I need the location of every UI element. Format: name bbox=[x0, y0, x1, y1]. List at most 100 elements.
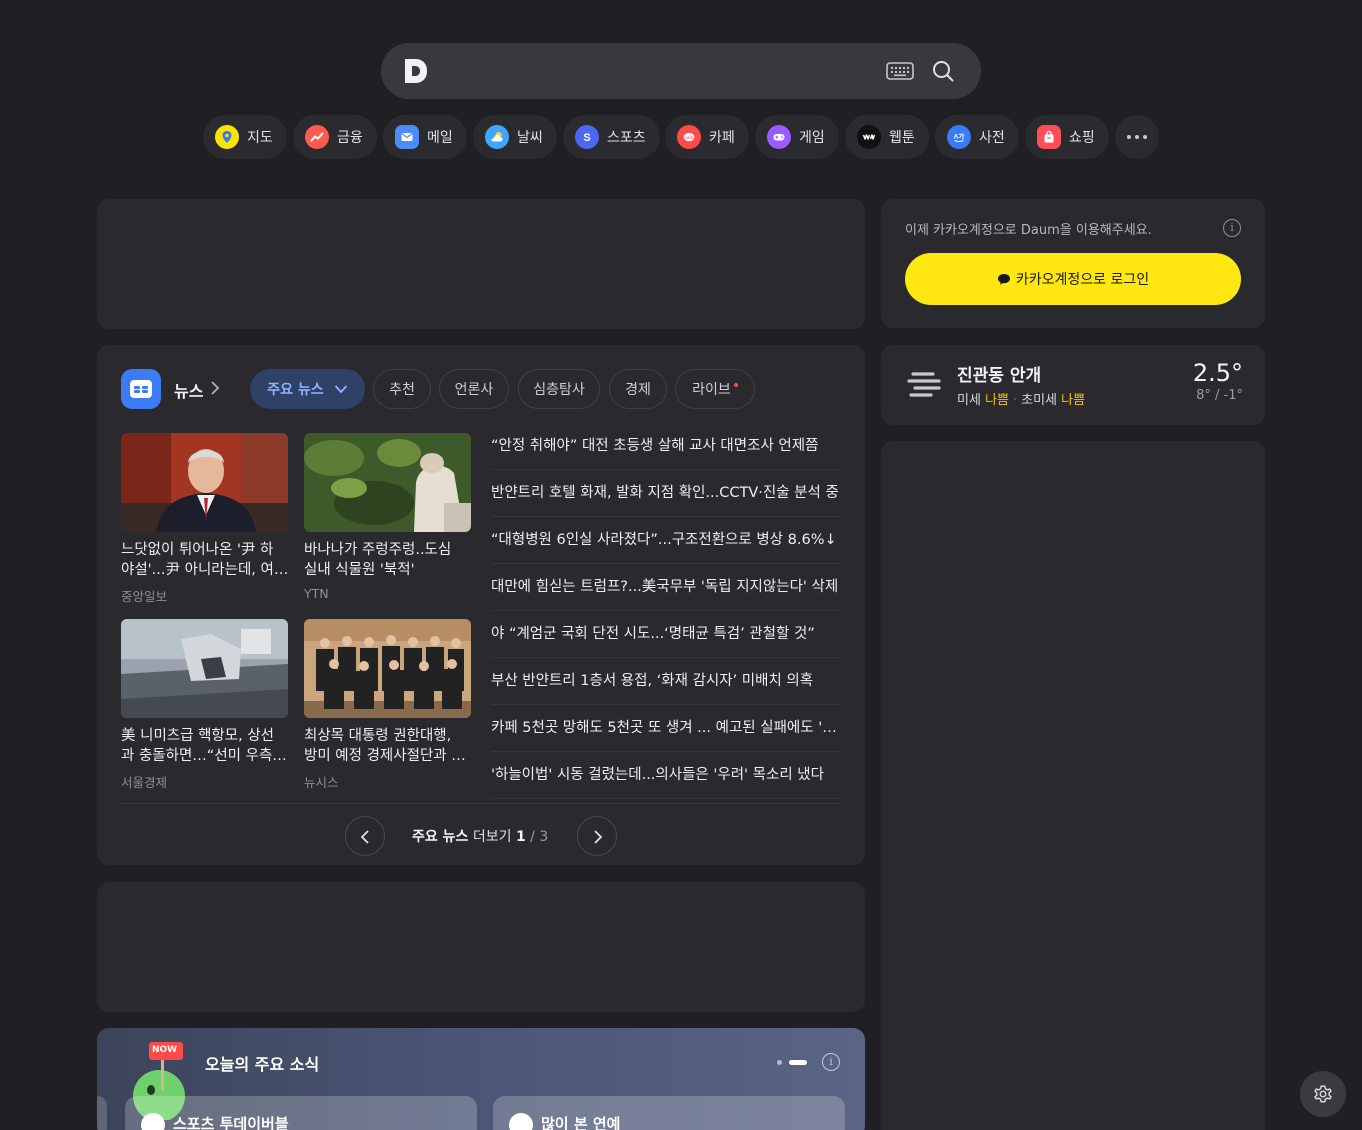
service-label: 쇼핑 bbox=[1069, 130, 1095, 146]
fog-icon bbox=[907, 372, 941, 397]
fine-dust-value: 나쁨 bbox=[1061, 393, 1086, 408]
news-headline[interactable]: '하늘이법' 시동 걸렸는데...의사들은 '우려' 목소리 냈다 bbox=[491, 752, 841, 799]
hashtag-icon bbox=[141, 1113, 165, 1130]
tab-main-news[interactable]: 주요 뉴스 bbox=[250, 369, 365, 409]
service-shopping[interactable]: 쇼핑 bbox=[1025, 115, 1109, 159]
news-headline[interactable]: 야 “계엄군 국회 단전 시도...‘명태균 특검’ 관철할 것” bbox=[491, 611, 841, 658]
tab-recommend[interactable]: 추천 bbox=[373, 369, 431, 409]
keyboard-icon[interactable] bbox=[886, 62, 914, 80]
news-headline[interactable]: 부산 반얀트리 1층서 용접, ‘화재 감시자’ 미배치 의혹 bbox=[491, 658, 841, 705]
tab-label: 추천 bbox=[389, 382, 415, 398]
svg-text:A가: A가 bbox=[954, 132, 965, 141]
news-more-pagination[interactable]: 주요 뉴스 더보기 1 / 3 bbox=[412, 826, 548, 846]
news-thumbnail[interactable] bbox=[121, 619, 288, 718]
weather-location: 진관동 안개 bbox=[957, 366, 1042, 386]
news-card-title[interactable]: 느닷없이 튀어나온 '尹 하 야설'...尹 아니라는데, 여당도 '당혹' bbox=[121, 540, 291, 580]
service-mail[interactable]: 메일 bbox=[383, 115, 467, 159]
today-card-label: 많이 본 연예 bbox=[541, 1115, 621, 1130]
search-icon[interactable] bbox=[932, 60, 954, 82]
info-icon[interactable]: i bbox=[822, 1053, 840, 1071]
news-card-title[interactable]: 美 니미츠급 핵항모, 상선 과 충돌하면…“선미 우측 파손” bbox=[121, 726, 291, 766]
tab-press[interactable]: 언론사 bbox=[439, 369, 509, 409]
service-weather[interactable]: 날씨 bbox=[473, 115, 557, 159]
search-input[interactable] bbox=[441, 53, 871, 89]
service-dictionary[interactable]: A가 사전 bbox=[935, 115, 1019, 159]
search-bar[interactable] bbox=[381, 43, 981, 99]
news-thumbnail[interactable] bbox=[304, 433, 471, 532]
daum-logo-icon[interactable] bbox=[403, 56, 429, 86]
chevron-right-icon bbox=[594, 830, 603, 844]
tab-label: 주요 뉴스 bbox=[267, 382, 324, 398]
weather-cloud-icon bbox=[485, 125, 509, 149]
service-map[interactable]: 지도 bbox=[203, 115, 287, 159]
today-card-edge bbox=[97, 1096, 107, 1130]
carousel-dot-active[interactable] bbox=[789, 1060, 807, 1065]
carousel-dot[interactable] bbox=[777, 1060, 782, 1065]
today-title[interactable]: 오늘의 주요 소식 bbox=[205, 1051, 319, 1075]
news-headline[interactable]: “대형병원 6인실 사라졌다”...구조전환으로 병상 8.6%↓ bbox=[491, 517, 841, 564]
chevron-right-icon[interactable] bbox=[210, 380, 220, 396]
tab-label: 경제 bbox=[625, 382, 651, 398]
news-thumbnail[interactable] bbox=[121, 433, 288, 532]
service-sports[interactable]: S 스포츠 bbox=[563, 115, 660, 159]
chevron-left-icon bbox=[360, 830, 369, 844]
news-source[interactable]: 중앙일보 bbox=[121, 586, 167, 605]
news-headline[interactable]: 카페 5천곳 망해도 5천곳 또 생겨 ... 예고된 실패에도 '창업' bbox=[491, 705, 841, 752]
news-headline[interactable]: 대만에 힘싣는 트럼프?...美국무부 '독립 지지않는다' 삭제 bbox=[491, 564, 841, 611]
kakao-talk-icon bbox=[997, 273, 1010, 285]
service-label: 메일 bbox=[427, 130, 453, 146]
news-card-title[interactable]: 바나나가 주렁주렁..도심 실내 식물원 '북적' bbox=[304, 540, 474, 580]
svg-text:cafe: cafe bbox=[685, 135, 694, 140]
tab-label: 라이브 bbox=[692, 382, 731, 398]
now-badge: NOW bbox=[152, 1045, 178, 1055]
today-card-entertainment[interactable]: 많이 본 연예 bbox=[493, 1096, 845, 1130]
news-card-title[interactable]: 최상목 대통령 권한대행, 방미 예정 경제사절단과 간담회 bbox=[304, 726, 474, 766]
tab-economy[interactable]: 경제 bbox=[609, 369, 667, 409]
prev-page-button[interactable] bbox=[345, 816, 385, 856]
news-panel: 뉴스 주요 뉴스 추천 언론사 심층탐사 경제 라이브 느닷없이 튀어나온 '尹… bbox=[97, 345, 865, 865]
weather-temp-range: 8° / -1° bbox=[1196, 388, 1243, 403]
service-webtoon[interactable]: 웹툰 bbox=[845, 115, 929, 159]
service-cafe[interactable]: cafe 카페 bbox=[665, 115, 749, 159]
service-finance[interactable]: 금융 bbox=[293, 115, 377, 159]
news-headline[interactable]: 반얀트리 호텔 화재, 발화 지점 확인...CCTV·진술 분석 중 bbox=[491, 470, 841, 517]
ad-banner[interactable] bbox=[97, 199, 865, 329]
login-panel: 이제 카카오계정으로 Daum을 이용해주세요. i 카카오계정으로 로그인 bbox=[881, 199, 1265, 328]
gear-icon bbox=[1314, 1085, 1332, 1103]
service-label: 금융 bbox=[337, 130, 363, 146]
news-logo-icon[interactable] bbox=[121, 369, 161, 409]
side-content-panel bbox=[881, 441, 1265, 1130]
more-services-button[interactable] bbox=[1115, 115, 1159, 159]
chevron-down-icon bbox=[334, 385, 347, 394]
mail-icon bbox=[395, 125, 419, 149]
dust-value: 나쁨 bbox=[985, 393, 1009, 408]
info-icon[interactable]: i bbox=[1223, 219, 1241, 237]
pagination-total: 3 bbox=[539, 829, 549, 845]
service-label: 지도 bbox=[247, 130, 273, 146]
divider bbox=[121, 803, 841, 804]
service-game[interactable]: 게임 bbox=[755, 115, 839, 159]
kakao-login-button[interactable]: 카카오계정으로 로그인 bbox=[905, 253, 1241, 305]
news-source[interactable]: YTN bbox=[304, 586, 329, 601]
ad-banner[interactable] bbox=[97, 882, 865, 1012]
news-section-title[interactable]: 뉴스 bbox=[174, 378, 203, 402]
tab-label: 언론사 bbox=[454, 382, 494, 398]
news-source[interactable]: 뉴시스 bbox=[304, 772, 339, 791]
finance-chart-icon bbox=[305, 125, 329, 149]
service-label: 스포츠 bbox=[607, 130, 646, 146]
news-thumbnail[interactable] bbox=[304, 619, 471, 718]
weather-temperature: 2.5° bbox=[1192, 359, 1243, 387]
news-headline[interactable]: “안정 취해야” 대전 초등생 살해 교사 대면조사 언제쯤 bbox=[491, 423, 841, 470]
service-label: 카페 bbox=[709, 130, 735, 146]
tab-in-depth[interactable]: 심층탐사 bbox=[518, 369, 600, 409]
today-card-sports[interactable]: 스포츠 투데이버블 bbox=[125, 1096, 477, 1130]
next-page-button[interactable] bbox=[577, 816, 617, 856]
today-highlights-panel: NOW 오늘의 주요 소식 i 스포츠 투데이버블 많이 본 연예 bbox=[97, 1028, 865, 1130]
more-dots-icon bbox=[1127, 135, 1131, 139]
tab-live[interactable]: 라이브 bbox=[675, 369, 755, 409]
weather-panel[interactable]: 진관동 안개 미세 나쁨 · 초미세 나쁨 2.5° 8° / -1° bbox=[881, 345, 1265, 425]
login-message: 이제 카카오계정으로 Daum을 이용해주세요. bbox=[905, 223, 1152, 238]
sports-icon: S bbox=[575, 125, 599, 149]
settings-button[interactable] bbox=[1300, 1071, 1346, 1117]
news-source[interactable]: 서울경제 bbox=[121, 772, 167, 791]
